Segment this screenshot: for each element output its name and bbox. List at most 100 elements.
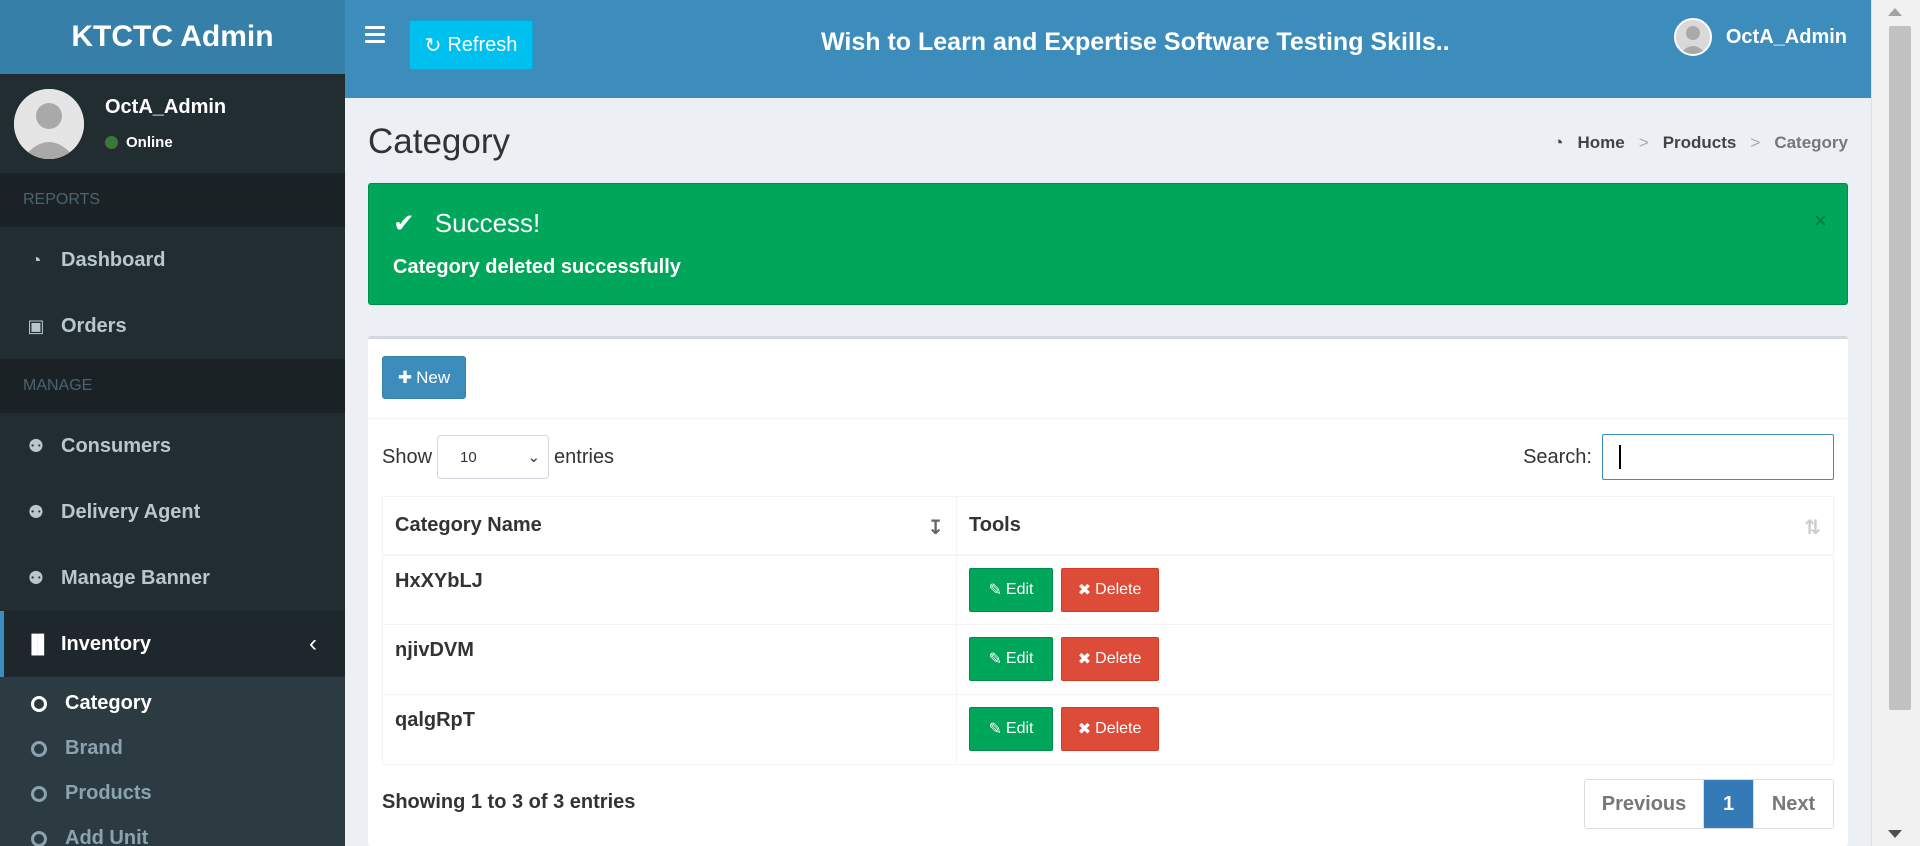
sidebar-item-inventory[interactable]: ▐▌ Inventory ‹ bbox=[0, 611, 345, 677]
delete-button[interactable]: ✖ Delete bbox=[1060, 567, 1159, 612]
table-row: qalgRpT ✎ Edit ✖ Delete bbox=[382, 694, 1834, 765]
edit-button[interactable]: ✎ Edit bbox=[969, 637, 1053, 681]
new-category-button[interactable]: ✚ New bbox=[382, 356, 466, 399]
user-menu-name: OctA_Admin bbox=[1725, 25, 1847, 48]
sidebar-item-delivery-agent[interactable]: ⚉ Delivery Agent bbox=[0, 479, 345, 545]
sidebar-user-name: OctA_Admin bbox=[105, 96, 227, 118]
section-header-manage: MANAGE bbox=[0, 359, 345, 413]
user-status-label: Online bbox=[126, 134, 173, 151]
circle-icon bbox=[31, 695, 47, 712]
category-name-cell: HxXYbLJ bbox=[382, 554, 957, 625]
search-label: Search: bbox=[1523, 445, 1592, 468]
edit-label: Edit bbox=[1005, 720, 1034, 737]
submenu-item-products[interactable]: Products bbox=[0, 771, 345, 816]
column-header-tools[interactable]: Tools ⇅ bbox=[956, 496, 1834, 556]
scroll-up-icon[interactable] bbox=[1888, 8, 1902, 16]
edit-button[interactable]: ✎ Edit bbox=[969, 567, 1053, 612]
user-menu[interactable]: OctA_Admin bbox=[1673, 18, 1847, 56]
plus-icon: ✚ bbox=[397, 367, 413, 387]
scroll-down-icon[interactable] bbox=[1888, 830, 1902, 838]
submenu-item-brand[interactable]: Brand bbox=[0, 726, 345, 771]
previous-page-button[interactable]: Previous bbox=[1585, 780, 1703, 828]
sidebar-item-label: Manage Banner bbox=[61, 566, 210, 589]
user-panel: OctA_Admin Online bbox=[0, 74, 345, 173]
alert-message: Category deleted successfully bbox=[393, 256, 681, 278]
avatar bbox=[14, 89, 84, 159]
users-icon: ⚉ bbox=[27, 435, 45, 456]
delete-label: Delete bbox=[1095, 650, 1142, 667]
page-length-control: Show 10 ⌄ entries bbox=[382, 435, 614, 479]
edit-button[interactable]: ✎ Edit bbox=[969, 707, 1053, 751]
page-length-value: 10 bbox=[460, 448, 477, 466]
breadcrumb-separator: > bbox=[1750, 133, 1761, 152]
refresh-button[interactable]: ↻ Refresh bbox=[409, 20, 533, 70]
column-header-label: Category Name bbox=[395, 513, 542, 536]
page-scrollbar[interactable] bbox=[1871, 0, 1920, 846]
submenu-item-category[interactable]: Category bbox=[0, 681, 345, 726]
sidebar-toggle-icon[interactable] bbox=[365, 26, 385, 44]
search-input[interactable] bbox=[1602, 434, 1834, 480]
dashboard-icon: ◔ bbox=[1553, 133, 1564, 152]
submenu-item-label: Add Unit bbox=[65, 827, 149, 846]
delete-button[interactable]: ✖ Delete bbox=[1060, 707, 1159, 751]
table-info: Showing 1 to 3 of 3 entries bbox=[382, 791, 636, 813]
chevron-down-icon: ⌄ bbox=[527, 449, 541, 466]
app-logo[interactable]: KTCTC Admin bbox=[0, 0, 345, 74]
users-icon: ⚉ bbox=[27, 567, 45, 588]
trash-icon: ✖ bbox=[1077, 581, 1092, 599]
marquee-banner: Wish to Learn and Expertise Software Tes… bbox=[821, 28, 1451, 56]
next-page-button[interactable]: Next bbox=[1753, 780, 1833, 828]
money-icon: ▣ bbox=[27, 315, 45, 336]
alert-title-text: Success! bbox=[434, 208, 541, 238]
barcode-icon: ▐▌ bbox=[25, 633, 51, 654]
sidebar-item-label: Consumers bbox=[61, 434, 172, 457]
breadcrumb: ◔ Home > Products > Category bbox=[1553, 133, 1848, 153]
search-control: Search: bbox=[1523, 434, 1834, 480]
pagination: Previous 1 Next bbox=[1584, 779, 1834, 829]
submenu-item-label: Brand bbox=[65, 737, 123, 759]
alert-title: ✔ Success! bbox=[393, 208, 540, 239]
sidebar-item-label: Inventory bbox=[61, 632, 152, 655]
submenu-item-label: Category bbox=[65, 692, 152, 714]
sidebar-item-dashboard[interactable]: ◔ Dashboard bbox=[0, 227, 345, 293]
users-icon: ⚉ bbox=[27, 501, 45, 522]
new-label: New bbox=[416, 367, 451, 387]
submenu-item-add-unit[interactable]: Add Unit bbox=[0, 816, 345, 846]
sort-icon: ⇅ bbox=[1804, 517, 1821, 539]
page-length-select[interactable]: 10 ⌄ bbox=[437, 435, 550, 479]
text-caret bbox=[1619, 445, 1621, 469]
sort-asc-icon: ↧ bbox=[927, 517, 944, 539]
edit-icon: ✎ bbox=[988, 581, 1002, 599]
edit-icon: ✎ bbox=[988, 721, 1002, 738]
breadcrumb-home[interactable]: Home bbox=[1578, 133, 1625, 153]
category-box: ✚ New Show 10 ⌄ entries Search: Category… bbox=[368, 336, 1848, 846]
circle-icon bbox=[31, 740, 47, 757]
circle-icon bbox=[31, 830, 47, 846]
show-label: Show bbox=[382, 445, 433, 468]
circle-icon bbox=[31, 785, 47, 802]
sidebar-item-orders[interactable]: ▣ Orders bbox=[0, 293, 345, 359]
column-header-category-name[interactable]: Category Name ↧ bbox=[382, 496, 957, 556]
page-button-1[interactable]: 1 bbox=[1703, 780, 1753, 828]
category-table: Category Name ↧ Tools ⇅ HxXYbLJ ✎ Edit ✖ D… bbox=[382, 496, 1834, 765]
trash-icon: ✖ bbox=[1077, 721, 1092, 738]
top-navbar: ↻ Refresh Wish to Learn and Expertise So… bbox=[345, 0, 1871, 98]
success-alert: ✔ Success! Category deleted successfully… bbox=[368, 183, 1848, 305]
delete-button[interactable]: ✖ Delete bbox=[1060, 637, 1159, 681]
delete-label: Delete bbox=[1095, 720, 1142, 737]
scroll-thumb[interactable] bbox=[1889, 26, 1911, 710]
refresh-label: Refresh bbox=[447, 33, 518, 56]
box-header: ✚ New bbox=[368, 339, 1848, 419]
table-row: HxXYbLJ ✎ Edit ✖ Delete bbox=[382, 554, 1834, 625]
breadcrumb-products[interactable]: Products bbox=[1663, 133, 1737, 153]
sidebar-item-label: Delivery Agent bbox=[61, 500, 201, 523]
sidebar-item-consumers[interactable]: ⚉ Consumers bbox=[0, 413, 345, 479]
breadcrumb-category: Category bbox=[1774, 133, 1848, 152]
sidebar-item-manage-banner[interactable]: ⚉ Manage Banner bbox=[0, 545, 345, 611]
user-status: Online bbox=[105, 134, 173, 151]
online-status-icon bbox=[105, 136, 118, 149]
edit-icon: ✎ bbox=[988, 651, 1002, 668]
delete-label: Delete bbox=[1095, 580, 1142, 598]
check-icon: ✔ bbox=[393, 208, 415, 238]
close-icon[interactable]: × bbox=[1814, 208, 1827, 234]
